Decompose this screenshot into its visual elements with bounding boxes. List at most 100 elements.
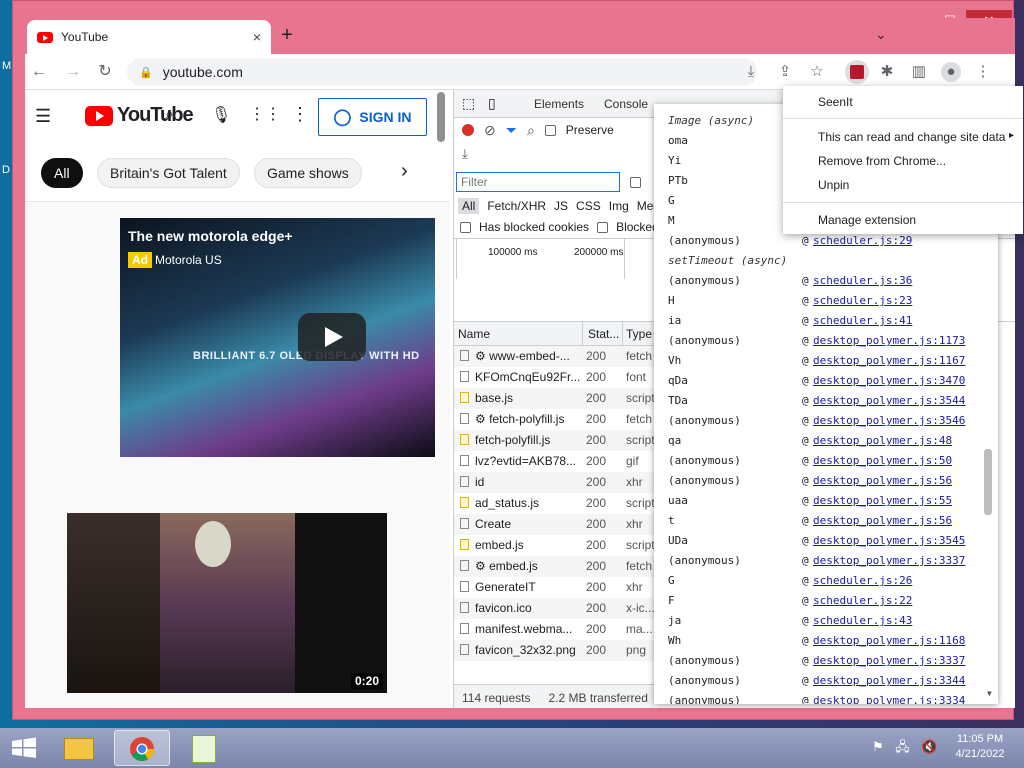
tab-search-icon[interactable]: ⌄: [875, 26, 887, 43]
table-row[interactable]: ⚙ embed.js 200 fetch: [454, 556, 654, 577]
tab-elements[interactable]: Elements: [534, 97, 584, 111]
side-panel-icon[interactable]: ▥: [909, 62, 929, 82]
request-name[interactable]: ⚙ www-embed-...: [460, 349, 582, 363]
star-icon[interactable]: ☆: [807, 62, 827, 82]
type-filter-img[interactable]: Img: [609, 199, 629, 213]
type-filter-js[interactable]: JS: [554, 199, 568, 213]
blocked-requests-checkbox[interactable]: [597, 221, 609, 233]
search-icon[interactable]: ⌕: [165, 106, 174, 124]
share-icon[interactable]: ⇪: [775, 62, 795, 82]
tab-youtube[interactable]: YouTube ×: [27, 20, 271, 54]
source-link[interactable]: desktop_polymer.js:3337: [813, 654, 965, 667]
sign-in-button[interactable]: ◯ SIGN IN: [318, 98, 427, 136]
scroll-down-icon[interactable]: ▼: [987, 689, 992, 698]
hamburger-menu-icon[interactable]: ☰: [35, 106, 51, 127]
request-name[interactable]: base.js: [460, 391, 582, 405]
table-row[interactable]: KFOmCnqEu92Fr... 200 font: [454, 367, 654, 388]
source-link[interactable]: desktop_polymer.js:3334: [813, 694, 965, 704]
request-name[interactable]: id: [460, 475, 582, 489]
source-link[interactable]: scheduler.js:29: [813, 234, 912, 247]
tab-close-icon[interactable]: ×: [253, 29, 261, 45]
menu-item-unpin[interactable]: Unpin: [818, 178, 849, 192]
inspect-icon[interactable]: ⬚: [462, 95, 475, 112]
table-row[interactable]: base.js 200 script: [454, 388, 655, 409]
request-name[interactable]: Create: [460, 517, 582, 531]
source-link[interactable]: scheduler.js:22: [813, 594, 912, 607]
source-link[interactable]: desktop_polymer.js:1168: [813, 634, 965, 647]
reload-icon[interactable]: ↻: [95, 62, 115, 82]
video-thumbnail[interactable]: 0:20: [67, 513, 387, 693]
url-text[interactable]: youtube.com: [163, 64, 243, 80]
menu-extension-name[interactable]: SeenIt: [818, 95, 853, 109]
request-name[interactable]: KFOmCnqEu92Fr...: [460, 370, 582, 384]
forward-icon[interactable]: →: [63, 62, 83, 82]
request-name[interactable]: lvz?evtid=AKB78...: [460, 454, 582, 468]
chrome-taskbar-icon[interactable]: [114, 730, 170, 766]
popover-scrollbar[interactable]: [984, 449, 992, 515]
type-filter-css[interactable]: CSS: [576, 199, 601, 213]
invert-checkbox[interactable]: [630, 177, 641, 188]
lock-icon[interactable]: 🔒: [139, 66, 153, 79]
request-name[interactable]: fetch-polyfill.js: [460, 433, 582, 447]
table-row[interactable]: favicon_32x32.png 200 png: [454, 640, 654, 661]
address-bar[interactable]: 🔒 youtube.com: [127, 58, 757, 86]
network-icon[interactable]: 🖧: [895, 739, 910, 754]
install-icon[interactable]: ⤓: [741, 62, 761, 82]
chip-britains-got-talent[interactable]: Britain's Got Talent: [97, 158, 240, 188]
action-center-flag-icon[interactable]: ⚑: [872, 739, 884, 754]
type-filter-all[interactable]: All: [458, 198, 480, 214]
table-row[interactable]: ad_status.js 200 script: [454, 493, 655, 514]
source-link[interactable]: desktop_polymer.js:3546: [813, 414, 965, 427]
source-link[interactable]: desktop_polymer.js:1173: [813, 334, 965, 347]
volume-muted-icon[interactable]: 🔇: [921, 739, 937, 754]
request-name[interactable]: favicon.ico: [460, 601, 582, 615]
ad-video-player[interactable]: The new motorola edge+ Ad Motorola US BR…: [120, 218, 435, 457]
source-link[interactable]: desktop_polymer.js:56: [813, 514, 952, 527]
extensions-icon[interactable]: ✱: [877, 62, 897, 82]
clear-icon[interactable]: ⊘: [484, 122, 496, 139]
table-row[interactable]: embed.js 200 script: [454, 535, 655, 556]
import-har-icon[interactable]: ⤓: [462, 146, 468, 162]
youtube-logo[interactable]: YouTube: [85, 104, 194, 127]
source-link[interactable]: desktop_polymer.js:3470: [813, 374, 965, 387]
table-row[interactable]: ⚙ www-embed-... 200 fetch: [454, 346, 654, 367]
source-link[interactable]: desktop_polymer.js:50: [813, 454, 952, 467]
back-icon[interactable]: ←: [29, 62, 49, 82]
seenit-extension-icon[interactable]: [845, 60, 869, 84]
menu-item-remove[interactable]: Remove from Chrome...: [818, 154, 946, 168]
chip-game-shows[interactable]: Game shows: [254, 158, 362, 188]
page-scrollbar[interactable]: [437, 92, 445, 142]
request-name[interactable]: ad_status.js: [460, 496, 582, 510]
profile-icon[interactable]: ●: [941, 62, 961, 82]
column-type[interactable]: Type: [626, 327, 652, 341]
source-link[interactable]: scheduler.js:41: [813, 314, 912, 327]
preserve-log-checkbox[interactable]: [544, 124, 556, 136]
source-link[interactable]: desktop_polymer.js:3544: [813, 394, 965, 407]
microphone-icon[interactable]: 🎙: [211, 105, 231, 125]
apps-grid-icon[interactable]: ⋮⋮: [249, 104, 281, 124]
settings-more-icon[interactable]: ⋮: [291, 104, 309, 125]
device-toolbar-icon[interactable]: ▯: [488, 95, 496, 112]
new-tab-button[interactable]: +: [275, 24, 299, 48]
source-link[interactable]: desktop_polymer.js:48: [813, 434, 952, 447]
has-blocked-cookies-checkbox[interactable]: [460, 221, 471, 233]
menu-item-site-data[interactable]: This can read and change site data: [818, 130, 1005, 144]
table-row[interactable]: Create 200 xhr: [454, 514, 654, 535]
type-filter-fetch-xhr[interactable]: Fetch/XHR: [487, 199, 546, 213]
record-icon[interactable]: [462, 124, 474, 136]
source-link[interactable]: desktop_polymer.js:3545: [813, 534, 965, 547]
request-name[interactable]: ⚙ embed.js: [460, 559, 582, 573]
request-name[interactable]: embed.js: [460, 538, 582, 552]
table-row[interactable]: id 200 xhr: [454, 472, 654, 493]
source-link[interactable]: desktop_polymer.js:1167: [813, 354, 965, 367]
search-icon[interactable]: ⌕: [527, 122, 535, 139]
request-name[interactable]: GenerateIT: [460, 580, 582, 594]
menu-item-manage-extension[interactable]: Manage extension: [818, 213, 916, 227]
video-title[interactable]: The new motorola edge+: [128, 228, 293, 244]
table-row[interactable]: GenerateIT 200 xhr: [454, 577, 654, 598]
system-clock[interactable]: 11:05 PM 4/21/2022: [950, 732, 1010, 762]
request-name[interactable]: manifest.webma...: [460, 622, 582, 636]
table-row[interactable]: lvz?evtid=AKB78... 200 gif: [454, 451, 654, 472]
notepad-plus-plus-taskbar-icon[interactable]: [176, 730, 232, 766]
play-button[interactable]: [298, 313, 366, 361]
